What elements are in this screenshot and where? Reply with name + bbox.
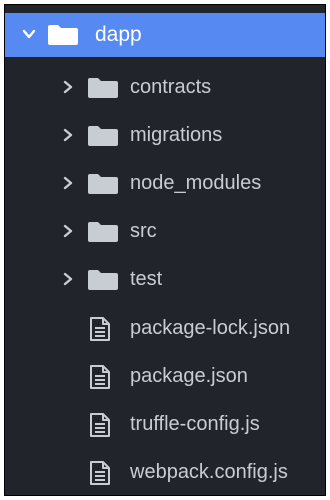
tree-item-src[interactable]: src — [5, 209, 325, 253]
folder-icon — [88, 270, 118, 290]
tree-item-label: node_modules — [130, 172, 262, 194]
tree-item-webpack-config-js[interactable]: webpack.config.js — [5, 450, 325, 494]
folder-icon — [88, 222, 118, 242]
folder-icon — [88, 126, 118, 146]
tree-item-label: package.json — [130, 365, 248, 387]
tree-item-label: test — [130, 268, 163, 290]
folder-icon — [88, 78, 118, 98]
tree-item-package-json[interactable]: package.json — [5, 354, 325, 398]
chevron-down-icon[interactable] — [21, 26, 37, 42]
file-text-icon — [90, 365, 110, 389]
chevron-right-icon[interactable] — [61, 175, 75, 191]
tree-item-node-modules[interactable]: node_modules — [5, 161, 325, 205]
folder-icon — [88, 174, 118, 194]
tree-item-package-lock-json[interactable]: package-lock.json — [5, 306, 325, 350]
tree-item-label: truffle-config.js — [130, 413, 260, 435]
folder-icon — [48, 25, 78, 45]
tree-item-test[interactable]: test — [5, 257, 325, 301]
chevron-right-icon[interactable] — [61, 271, 75, 287]
tree-root-label: dapp — [95, 23, 142, 46]
tree-item-label: src — [130, 220, 157, 242]
chevron-right-icon[interactable] — [61, 79, 75, 95]
chevron-right-icon[interactable] — [61, 223, 75, 239]
file-text-icon — [90, 413, 110, 437]
tree-item-label: contracts — [130, 76, 212, 98]
file-explorer-panel: dapp contracts migrations node_modules s… — [4, 4, 326, 496]
tree-item-label: package-lock.json — [130, 317, 291, 339]
file-text-icon — [90, 317, 110, 341]
tree-item-migrations[interactable]: migrations — [5, 113, 325, 157]
tree-item-truffle-config-js[interactable]: truffle-config.js — [5, 402, 325, 446]
tree-item-contracts[interactable]: contracts — [5, 65, 325, 109]
tree-root-dapp[interactable]: dapp — [5, 13, 325, 57]
file-text-icon — [90, 461, 110, 485]
chevron-right-icon[interactable] — [61, 127, 75, 143]
tree-item-label: webpack.config.js — [130, 461, 288, 483]
tree-item-label: migrations — [130, 124, 223, 146]
